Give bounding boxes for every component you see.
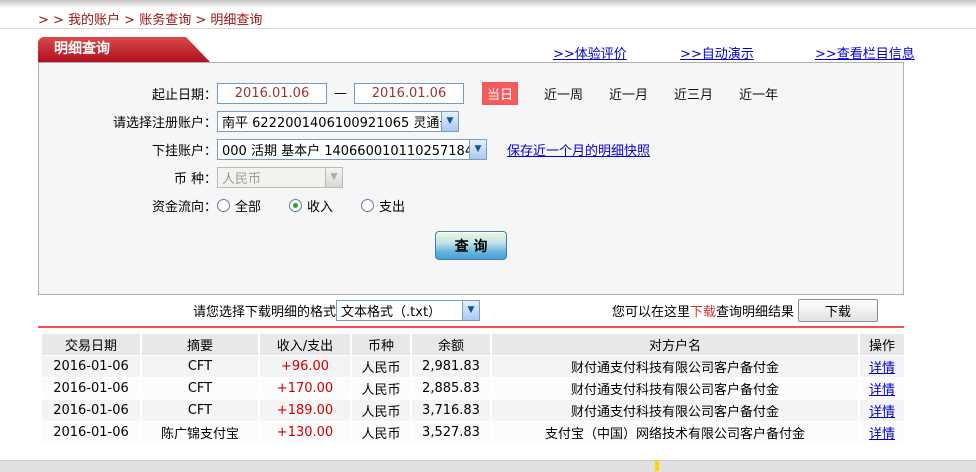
breadcrumb: > > 我的账户 > 账务查询 > 明细查询 xyxy=(38,9,262,28)
fund-flow-label: 资金流向： xyxy=(39,196,217,215)
save-monthly-snapshot-link[interactable]: 保存近一个月的明细快照 xyxy=(507,140,650,159)
header-action: 操作 xyxy=(860,334,904,355)
download-row: 请您选择下载明细的格式 文本格式（.txt） ▼ 您可以在这里 下载 查询明细结… xyxy=(38,297,904,323)
top-shade-bar xyxy=(0,0,976,8)
end-date-input[interactable] xyxy=(354,83,464,104)
cell-currency: 人民币 xyxy=(352,378,410,399)
cell-date: 2016-01-06 xyxy=(42,356,140,377)
header-currency: 币种 xyxy=(352,334,410,355)
download-button[interactable]: 下载 xyxy=(798,299,878,322)
quick-range-today[interactable]: 当日 xyxy=(482,82,518,105)
sub-account-label: 下挂账户： xyxy=(39,140,217,159)
date-dash: — xyxy=(334,86,347,101)
cell-counterparty: 支付宝（中国）网络技术有限公司客户备付金 xyxy=(492,422,858,443)
header-balance: 余额 xyxy=(412,334,490,355)
cell-currency: 人民币 xyxy=(352,400,410,421)
cell-counterparty: 财付通支付科技有限公司客户备付金 xyxy=(492,400,858,421)
quick-range-quarter[interactable]: 近三月 xyxy=(674,84,713,103)
link-view-column-info[interactable]: >>查看栏目信息 xyxy=(815,43,915,62)
detail-link[interactable]: 详情 xyxy=(869,361,895,376)
cell-counterparty: 财付通支付科技有限公司客户备付金 xyxy=(492,356,858,377)
query-form-panel: 起止日期： — 当日 近一周 近一月 近三月 近一年 请选择注册账户： 南平 6… xyxy=(38,62,904,295)
tab-detail-query: 明细查询 xyxy=(38,37,210,62)
registered-account-row: 请选择注册账户： 南平 6222001406100921065 灵通卡 ▼ xyxy=(39,110,459,132)
table-header-row: 交易日期 摘要 收入/支出 币种 余额 对方户名 操作 xyxy=(42,334,904,355)
cell-amount: +130.00 xyxy=(260,422,350,443)
quick-range-month[interactable]: 近一月 xyxy=(609,84,648,103)
header-date: 交易日期 xyxy=(42,334,140,355)
cell-date: 2016-01-06 xyxy=(42,378,140,399)
table-row: 2016-01-06 CFT +189.00 人民币 3,716.83 财付通支… xyxy=(42,400,904,421)
cell-currency: 人民币 xyxy=(352,422,410,443)
download-format-value: 文本格式（.txt） xyxy=(337,301,462,320)
detail-link[interactable]: 详情 xyxy=(869,427,895,442)
header-summary: 摘要 xyxy=(142,334,258,355)
footer-yellow-marker xyxy=(655,461,659,471)
radio-expense[interactable] xyxy=(361,199,374,212)
footer-bar xyxy=(0,460,976,472)
cell-amount: +96.00 xyxy=(260,356,350,377)
cell-counterparty: 财付通支付科技有限公司客户备付金 xyxy=(492,378,858,399)
cell-summary: CFT xyxy=(142,400,258,421)
cell-amount: +189.00 xyxy=(260,400,350,421)
header-counterparty: 对方户名 xyxy=(492,334,858,355)
cell-date: 2016-01-06 xyxy=(42,422,140,443)
download-hint-suffix: 查询明细结果 xyxy=(716,301,794,320)
chevron-down-icon: ▼ xyxy=(462,301,479,320)
quick-range-week[interactable]: 近一周 xyxy=(544,84,583,103)
fund-flow-row: 资金流向： 全部 收入 支出 xyxy=(39,194,433,216)
currency-value: 人民币 xyxy=(218,168,325,187)
header-amount: 收入/支出 xyxy=(260,334,350,355)
radio-expense-label: 支出 xyxy=(379,196,405,215)
link-experience-rating[interactable]: >>体验评价 xyxy=(553,43,627,62)
cell-amount: +170.00 xyxy=(260,378,350,399)
download-format-select[interactable]: 文本格式（.txt） ▼ xyxy=(336,300,480,321)
cell-balance: 2,885.83 xyxy=(412,378,490,399)
registered-account-select[interactable]: 南平 6222001406100921065 灵通卡 ▼ xyxy=(217,111,459,132)
sub-account-row: 下挂账户： 000 活期 基本户 1406600101102571848 ▼ 保… xyxy=(39,138,650,160)
table-top-divider xyxy=(38,326,904,328)
radio-all[interactable] xyxy=(217,199,230,212)
download-format-label: 请您选择下载明细的格式 xyxy=(193,301,336,320)
currency-select-disabled: 人民币 ▼ xyxy=(217,167,343,188)
quick-range-year[interactable]: 近一年 xyxy=(739,84,778,103)
query-button[interactable]: 查 询 xyxy=(435,231,507,260)
cell-balance: 2,981.83 xyxy=(412,356,490,377)
radio-income[interactable] xyxy=(289,199,302,212)
sub-account-value: 000 活期 基本户 1406600101102571848 xyxy=(218,140,469,159)
start-date-input[interactable] xyxy=(217,83,327,104)
cell-summary: CFT xyxy=(142,356,258,377)
table-row: 2016-01-06 CFT +170.00 人民币 2,885.83 财付通支… xyxy=(42,378,904,399)
breadcrumb-divider xyxy=(0,28,976,29)
registered-account-value: 南平 6222001406100921065 灵通卡 xyxy=(218,112,441,131)
date-range-row: 起止日期： — 当日 近一周 近一月 近三月 近一年 xyxy=(39,82,778,104)
registered-account-label: 请选择注册账户： xyxy=(39,112,217,131)
currency-row: 币 种： 人民币 ▼ xyxy=(39,166,343,188)
radio-all-label: 全部 xyxy=(235,196,261,215)
cell-date: 2016-01-06 xyxy=(42,400,140,421)
cell-summary: 陈广锦支付宝 xyxy=(142,422,258,443)
detail-link[interactable]: 详情 xyxy=(869,383,895,398)
chevron-down-icon: ▼ xyxy=(469,140,486,159)
download-hint-prefix: 您可以在这里 xyxy=(612,301,690,320)
chevron-down-icon: ▼ xyxy=(441,112,458,131)
currency-label: 币 种： xyxy=(39,168,217,187)
sub-account-select[interactable]: 000 活期 基本户 1406600101102571848 ▼ xyxy=(217,139,487,160)
table-row: 2016-01-06 陈广锦支付宝 +130.00 人民币 3,527.83 支… xyxy=(42,422,904,443)
link-auto-demo[interactable]: >>自动演示 xyxy=(680,43,754,62)
cell-balance: 3,527.83 xyxy=(412,422,490,443)
radio-income-label: 收入 xyxy=(307,196,333,215)
detail-link[interactable]: 详情 xyxy=(869,405,895,420)
cell-summary: CFT xyxy=(142,378,258,399)
page: > > 我的账户 > 账务查询 > 明细查询 明细查询 >>体验评价 >>自动演… xyxy=(0,0,976,472)
cell-currency: 人民币 xyxy=(352,356,410,377)
transaction-table: 交易日期 摘要 收入/支出 币种 余额 对方户名 操作 2016-01-06 C… xyxy=(40,333,906,444)
chevron-down-icon: ▼ xyxy=(325,168,342,187)
cell-balance: 3,716.83 xyxy=(412,400,490,421)
date-range-label: 起止日期： xyxy=(39,84,217,103)
download-hint-group: 您可以在这里 下载 查询明细结果 下载 xyxy=(612,299,878,322)
table-row: 2016-01-06 CFT +96.00 人民币 2,981.83 财付通支付… xyxy=(42,356,904,377)
download-hint-link[interactable]: 下载 xyxy=(690,301,716,320)
